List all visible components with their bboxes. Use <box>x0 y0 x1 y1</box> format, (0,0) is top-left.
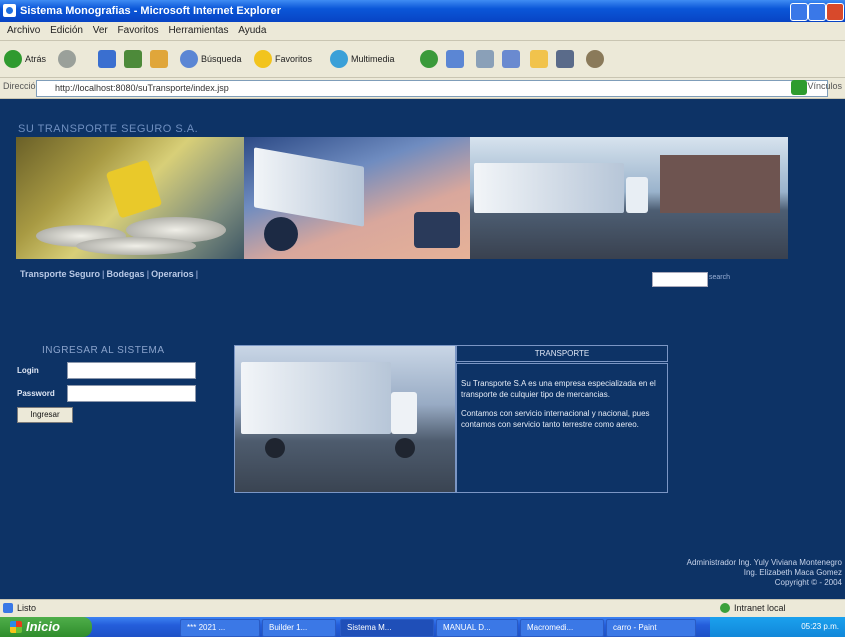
mail-icon <box>446 50 464 68</box>
print-button[interactable] <box>476 48 497 70</box>
multimedia-button[interactable]: Multimedia <box>330 48 395 70</box>
start-button[interactable]: Inicio <box>0 617 92 637</box>
intranet-icon <box>720 603 730 613</box>
research-icon <box>586 50 604 68</box>
menu-ayuda[interactable]: Ayuda <box>238 25 266 36</box>
clock: 05:23 p.m. <box>801 622 839 631</box>
stop-button[interactable] <box>98 48 119 70</box>
login-input[interactable] <box>67 362 196 379</box>
nav-bodegas[interactable]: Bodegas <box>107 269 145 279</box>
credits-line-1: Administrador Ing. Yuly Viviana Monteneg… <box>686 558 842 567</box>
task-item[interactable]: carro - Paint <box>606 619 696 637</box>
banner-image-trucks <box>244 137 470 259</box>
status-bar: Listo Intranet local <box>0 599 845 617</box>
page-icon <box>3 603 13 613</box>
task-item[interactable]: *** 2021 ... <box>180 619 260 637</box>
go-button[interactable] <box>791 80 807 95</box>
folder-button[interactable] <box>530 48 551 70</box>
info-panel-body: Su Transporte S.A es una empresa especia… <box>456 363 668 493</box>
messenger-button[interactable] <box>556 48 577 70</box>
address-url: http://localhost:8080/suTransporte/index… <box>55 83 229 93</box>
truck-photo <box>234 345 456 493</box>
menu-archivo[interactable]: Archivo <box>7 25 40 36</box>
site-search-link[interactable]: search <box>709 274 730 281</box>
home-icon <box>150 50 168 68</box>
password-input[interactable] <box>67 385 196 402</box>
task-item[interactable]: Sistema M... <box>340 619 434 637</box>
site-search-input[interactable] <box>652 272 708 287</box>
address-bar: Dirección http://localhost:8080/suTransp… <box>0 78 845 99</box>
login-title: INGRESAR AL SISTEMA <box>42 345 165 356</box>
folder-icon <box>530 50 548 68</box>
info-paragraph-1: Su Transporte S.A es una empresa especia… <box>461 379 656 399</box>
credits-line-2: Ing. Elizabeth Maca Gomez <box>743 568 842 577</box>
site-brand: SU TRANSPORTE SEGURO S.A. <box>18 123 199 135</box>
star-icon <box>254 50 272 68</box>
back-arrow-icon <box>4 50 22 68</box>
windows-flag-icon <box>10 621 22 633</box>
forward-button[interactable] <box>58 48 79 70</box>
favorites-label: Favoritos <box>275 54 313 64</box>
edit-button[interactable] <box>502 48 523 70</box>
task-item[interactable]: Macromedi... <box>520 619 604 637</box>
research-button[interactable] <box>586 48 607 70</box>
credits-line-3: Copyright © - 2004 <box>774 578 842 587</box>
login-label: Login <box>17 366 39 375</box>
multimedia-label: Multimedia <box>351 54 395 64</box>
refresh-icon <box>124 50 142 68</box>
status-zone: Intranet local <box>734 603 786 613</box>
menu-herramientas[interactable]: Herramientas <box>168 25 228 36</box>
task-item[interactable]: Builder 1... <box>262 619 336 637</box>
ie-icon <box>3 4 16 17</box>
home-button[interactable] <box>150 48 171 70</box>
menu-favoritos[interactable]: Favoritos <box>118 25 159 36</box>
mail-button[interactable] <box>446 48 467 70</box>
forward-arrow-icon <box>58 50 76 68</box>
history-icon <box>420 50 438 68</box>
taskbar: Inicio *** 2021 ... Builder 1... Sistema… <box>0 617 845 637</box>
start-label: Inicio <box>26 619 60 634</box>
password-label: Password <box>17 389 55 398</box>
address-input[interactable]: http://localhost:8080/suTransporte/index… <box>36 80 828 97</box>
multimedia-icon <box>330 50 348 68</box>
menu-edicion[interactable]: Edición <box>50 25 83 36</box>
site-nav: Transporte Seguro | Bodegas | Operarios | <box>20 269 199 279</box>
window-titlebar: Sistema Monografias - Microsoft Internet… <box>0 0 845 22</box>
minimize-button[interactable] <box>790 3 808 21</box>
favorites-button[interactable]: Favoritos <box>254 48 312 70</box>
magnifier-icon <box>180 50 198 68</box>
browser-toolbar: Atrás Búsqueda Favoritos Multimedia <box>0 41 845 78</box>
messenger-icon <box>556 50 574 68</box>
banner-image-coins <box>16 137 244 259</box>
menu-bar: Archivo Edición Ver Favoritos Herramient… <box>0 22 845 41</box>
credits: Administrador Ing. Yuly Viviana Monteneg… <box>560 558 842 588</box>
stop-icon <box>98 50 116 68</box>
nav-transporte-seguro[interactable]: Transporte Seguro <box>20 269 100 279</box>
edit-icon <box>502 50 520 68</box>
links-label[interactable]: Vínculos <box>807 81 842 91</box>
window-title: Sistema Monografias - Microsoft Internet… <box>20 5 281 17</box>
maximize-button[interactable] <box>808 3 826 21</box>
banner-image-dock <box>470 137 788 259</box>
print-icon <box>476 50 494 68</box>
task-item[interactable]: MANUAL D... <box>436 619 518 637</box>
system-tray: 05:23 p.m. <box>710 617 845 637</box>
address-label: Dirección <box>3 81 41 91</box>
search-label: Búsqueda <box>201 54 242 64</box>
info-panel-title: TRANSPORTE <box>456 345 668 362</box>
back-label: Atrás <box>25 54 47 64</box>
menu-ver[interactable]: Ver <box>93 25 108 36</box>
ingresar-button[interactable]: Ingresar <box>17 407 73 423</box>
refresh-button[interactable] <box>124 48 145 70</box>
close-button[interactable] <box>826 3 844 21</box>
search-button[interactable]: Búsqueda <box>180 48 242 70</box>
history-button[interactable] <box>420 48 441 70</box>
back-button[interactable]: Atrás <box>4 48 46 70</box>
nav-operarios[interactable]: Operarios <box>151 269 194 279</box>
status-text: Listo <box>17 603 37 613</box>
info-paragraph-2: Contamos con servicio internacional y na… <box>461 409 650 429</box>
